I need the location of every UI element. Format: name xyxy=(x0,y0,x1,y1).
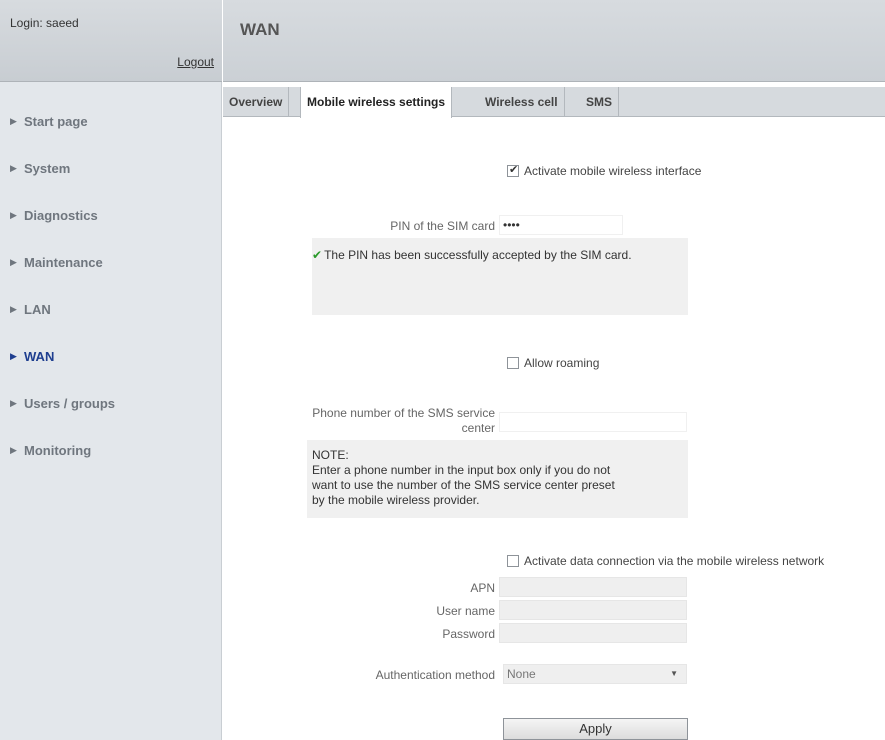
sidebar: Login: saeed Logout ▶ Start page ▶ Syste… xyxy=(0,0,222,740)
apn-input[interactable] xyxy=(499,577,687,597)
tab-sms[interactable]: SMS xyxy=(580,87,620,117)
sidebar-item-label: LAN xyxy=(24,302,51,317)
sidebar-item-label: Maintenance xyxy=(24,255,103,270)
sms-center-label-line1: Phone number of the SMS service xyxy=(312,406,495,420)
data-connection-label: Activate data connection via the mobile … xyxy=(524,554,825,568)
chevron-right-icon: ▶ xyxy=(10,351,17,361)
sidebar-item-maintenance[interactable]: ▶ Maintenance xyxy=(0,241,222,288)
note-line-3: by the mobile wireless provider. xyxy=(312,493,480,507)
sms-center-label-line2: center xyxy=(461,421,495,435)
activate-interface-checkbox[interactable] xyxy=(507,163,519,177)
note-line-2: want to use the number of the SMS servic… xyxy=(312,478,615,492)
sidebar-item-label: Start page xyxy=(24,114,88,129)
note-line-1: Enter a phone number in the input box on… xyxy=(312,463,611,477)
logout-link[interactable]: Logout xyxy=(177,55,214,69)
sidebar-item-start-page[interactable]: ▶ Start page xyxy=(0,100,222,147)
page-title: WAN xyxy=(240,20,280,39)
apn-label: APN xyxy=(470,581,495,595)
check-icon: ✔ xyxy=(312,248,323,262)
sidebar-item-label: Diagnostics xyxy=(24,208,98,223)
chevron-right-icon: ▶ xyxy=(10,398,17,408)
username-input[interactable] xyxy=(499,600,687,620)
note-text: NOTE: Enter a phone number in the input … xyxy=(312,448,684,508)
page-header: WAN xyxy=(223,0,885,82)
sms-center-input[interactable] xyxy=(499,412,687,432)
tab-mobile-wireless-settings[interactable]: Mobile wireless settings xyxy=(300,87,453,118)
username-label: User name xyxy=(436,604,495,618)
activate-interface-label: Activate mobile wireless interface xyxy=(524,164,702,178)
settings-form: Activate mobile wireless interface PIN o… xyxy=(223,118,885,740)
apply-button[interactable]: Apply xyxy=(503,718,688,740)
data-connection-checkbox[interactable] xyxy=(507,555,519,567)
sidebar-nav: ▶ Start page ▶ System ▶ Diagnostics ▶ Ma… xyxy=(0,100,222,476)
tab-overview[interactable]: Overview xyxy=(223,87,290,117)
auth-method-label: Authentication method xyxy=(375,668,495,682)
sidebar-item-label: System xyxy=(24,161,71,176)
chevron-right-icon: ▶ xyxy=(10,116,17,126)
sidebar-item-wan[interactable]: ▶ WAN xyxy=(0,335,222,382)
pin-status-text: The PIN has been successfully accepted b… xyxy=(324,248,632,262)
login-text: Login: saeed xyxy=(10,16,79,30)
chevron-right-icon: ▶ xyxy=(10,257,17,267)
sidebar-item-label: WAN xyxy=(24,349,55,364)
auth-method-select[interactable]: None ▼ xyxy=(503,664,687,684)
chevron-right-icon: ▶ xyxy=(10,210,17,220)
pin-status-message: ✔ The PIN has been successfully accepted … xyxy=(312,248,682,263)
allow-roaming-checkbox[interactable] xyxy=(507,357,519,369)
sidebar-item-lan[interactable]: ▶ LAN xyxy=(0,288,222,335)
note-title: NOTE: xyxy=(312,448,349,462)
pin-label: PIN of the SIM card xyxy=(390,219,495,233)
pin-input[interactable]: •••• xyxy=(499,215,623,235)
password-input[interactable] xyxy=(499,623,687,643)
chevron-right-icon: ▶ xyxy=(10,445,17,455)
tab-wireless-cell[interactable]: Wireless cell xyxy=(479,87,565,117)
sidebar-item-diagnostics[interactable]: ▶ Diagnostics xyxy=(0,194,222,241)
allow-roaming-label: Allow roaming xyxy=(524,356,600,370)
sidebar-item-label: Monitoring xyxy=(24,443,92,458)
dropdown-arrow-icon: ▼ xyxy=(670,669,678,678)
password-label: Password xyxy=(442,627,495,641)
sidebar-item-users-groups[interactable]: ▶ Users / groups xyxy=(0,382,222,429)
sidebar-item-monitoring[interactable]: ▶ Monitoring xyxy=(0,429,222,476)
sidebar-item-system[interactable]: ▶ System xyxy=(0,147,222,194)
auth-method-value: None xyxy=(507,667,536,681)
chevron-right-icon: ▶ xyxy=(10,163,17,173)
chevron-right-icon: ▶ xyxy=(10,304,17,314)
sidebar-item-label: Users / groups xyxy=(24,396,116,411)
login-box: Login: saeed Logout xyxy=(0,0,222,82)
tab-bar: Overview Mobile wireless settings Wirele… xyxy=(223,87,885,118)
